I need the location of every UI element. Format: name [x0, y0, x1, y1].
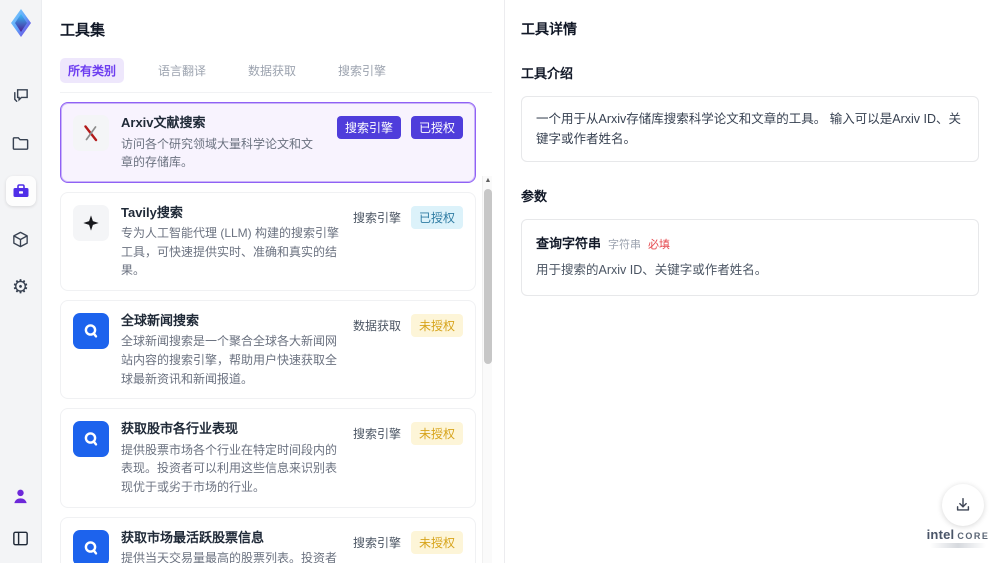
tool-description: 专为人工智能代理 (LLM) 构建的搜索引擎工具，可快速提供实时、准确和真实的结…: [121, 226, 340, 278]
tab-all-categories[interactable]: 所有类别: [60, 58, 125, 83]
panel-divider: [504, 0, 505, 563]
intel-brand-text: intel: [926, 527, 955, 542]
scrollbar-thumb[interactable]: [484, 189, 492, 364]
tool-card-sector-performance[interactable]: 获取股市各行业表现 提供股票市场各个行业在特定时间段内的表现。投资者可以利用这些…: [60, 408, 476, 508]
intel-core-logo: intel CORE: [926, 527, 990, 548]
tool-description: 全球新闻搜索是一个聚合全球各大新闻网站内容的搜索引擎，帮助用户快速获取全球最新资…: [121, 334, 338, 386]
blue-q-logo-icon: [73, 529, 109, 563]
app-logo-icon[interactable]: [6, 8, 36, 38]
params-heading: 参数: [521, 189, 548, 204]
chat-icon[interactable]: [6, 80, 36, 110]
tool-name: Tavily搜索: [121, 204, 183, 220]
tool-card-arxiv[interactable]: Arxiv文献搜索 访问各个研究领域大量科学论文和文章的存储库。 搜索引擎 已授…: [60, 102, 476, 183]
auth-status-badge: 未授权: [410, 313, 463, 337]
folder-icon[interactable]: [6, 128, 36, 158]
tool-name: 全球新闻搜索: [121, 312, 200, 328]
category-label: 搜索引擎: [352, 427, 401, 442]
auth-status-badge: 已授权: [410, 116, 463, 139]
category-label: 数据获取: [352, 318, 401, 333]
app-window: ⚙ 工具集 所有类别 语言翻译 数据获取 搜索引擎 Arxiv文献搜索 访问各个…: [0, 0, 1000, 563]
left-rail: ⚙: [0, 0, 42, 563]
param-type: 字符串: [608, 239, 642, 251]
tool-name: 获取股市各行业表现: [121, 421, 239, 437]
tab-language-translation[interactable]: 语言翻译: [150, 58, 214, 83]
param-required-label: 必填: [648, 239, 671, 251]
download-button[interactable]: [942, 484, 984, 526]
intro-heading: 工具介绍: [521, 66, 574, 81]
tool-list-panel: 工具集 所有类别 语言翻译 数据获取 搜索引擎 Arxiv文献搜索 访问各个研究…: [60, 14, 492, 563]
param-name: 查询字符串: [536, 236, 602, 251]
tool-name: 获取市场最活跃股票信息: [121, 529, 265, 545]
toolbox-icon[interactable]: [5, 176, 36, 206]
settings-gear-icon[interactable]: ⚙: [6, 272, 36, 302]
tavily-star-icon: [73, 204, 109, 241]
blue-q-logo-icon: [73, 312, 109, 349]
list-scrollbar[interactable]: ▲ ▼: [482, 176, 492, 563]
tool-list: Arxiv文献搜索 访问各个研究领域大量科学论文和文章的存储库。 搜索引擎 已授…: [60, 102, 492, 563]
blue-q-logo-icon: [73, 421, 109, 458]
tool-card-global-news[interactable]: 全球新闻搜索 全球新闻搜索是一个聚合全球各大新闻网站内容的搜索引擎，帮助用户快速…: [60, 299, 476, 400]
auth-status-badge: 已授权: [410, 205, 463, 229]
category-label: 搜索引擎: [352, 210, 401, 225]
scroll-up-arrow[interactable]: ▲: [483, 176, 493, 186]
category-label: 搜索引擎: [352, 535, 401, 550]
arxiv-logo-icon: [73, 115, 109, 151]
tool-detail-panel: 工具详情 工具介绍 一个用于从Arxiv存储库搜索科学论文和文章的工具。 输入可…: [521, 14, 979, 554]
tab-data-acquisition[interactable]: 数据获取: [240, 58, 304, 83]
parameter-card: 查询字符串 字符串 必填 用于搜索的Arxiv ID、关键字或作者姓名。: [521, 219, 979, 296]
category-badge: 搜索引擎: [336, 116, 401, 139]
panel-toggle-icon[interactable]: [6, 523, 36, 553]
tool-name: Arxiv文献搜索: [121, 115, 206, 130]
user-avatar-icon[interactable]: [6, 481, 36, 511]
cube-icon[interactable]: [6, 224, 36, 254]
core-brand-text: CORE: [957, 531, 990, 541]
detail-title: 工具详情: [521, 21, 577, 37]
category-tabs: 所有类别 语言翻译 数据获取 搜索引擎: [60, 58, 492, 93]
page-title: 工具集: [60, 22, 106, 39]
auth-status-badge: 未授权: [410, 530, 463, 554]
intel-logo-underline: [930, 543, 986, 548]
tool-description: 提供股票市场各个行业在特定时间段内的表现。投资者可以利用这些信息来识别表现优于或…: [121, 442, 338, 494]
tab-search-engine[interactable]: 搜索引擎: [330, 58, 394, 83]
tool-description: 访问各个研究领域大量科学论文和文章的存储库。: [121, 136, 314, 170]
tool-card-most-active-stocks[interactable]: 获取市场最活跃股票信息 提供当天交易量最高的股票列表。投资者可以利用这些信息来识…: [60, 516, 476, 563]
param-description: 用于搜索的Arxiv ID、关键字或作者姓名。: [536, 263, 768, 277]
auth-status-badge: 未授权: [410, 422, 463, 446]
tool-intro-box: 一个用于从Arxiv存储库搜索科学论文和文章的工具。 输入可以是Arxiv ID…: [521, 96, 979, 162]
tool-card-tavily[interactable]: Tavily搜索 专为人工智能代理 (LLM) 构建的搜索引擎工具，可快速提供实…: [60, 191, 476, 291]
tool-description: 提供当天交易量最高的股票列表。投资者可以利用这些信息来识别流动性强的股票和潜在的…: [121, 551, 338, 563]
